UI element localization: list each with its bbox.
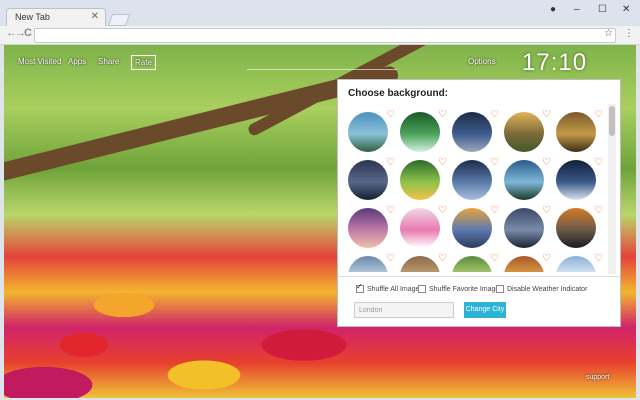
favorite-heart-icon[interactable]: ♡ bbox=[542, 254, 551, 264]
maximize-icon[interactable]: ☐ bbox=[598, 4, 607, 15]
background-thumbnail-sunset-valley[interactable] bbox=[504, 112, 544, 152]
background-thumbnail-butterfly[interactable] bbox=[400, 208, 440, 248]
background-thumbnail-storm-mountain[interactable] bbox=[504, 208, 544, 248]
checkbox-label: Shuffle All Images bbox=[367, 285, 423, 293]
favorite-heart-icon[interactable]: ♡ bbox=[386, 254, 395, 264]
background-thumbnail-blue-lake[interactable] bbox=[504, 160, 544, 200]
window-close-icon[interactable]: ✕ bbox=[622, 4, 630, 15]
checkbox-label: Disable Weather Indicator bbox=[507, 285, 588, 293]
tab-strip: New Tab ✕ ● – ☐ ✕ bbox=[0, 0, 640, 26]
search-box[interactable] bbox=[247, 53, 397, 70]
background-thumbnail-green-field[interactable] bbox=[452, 256, 492, 272]
favorite-heart-icon[interactable]: ♡ bbox=[594, 206, 603, 216]
tab-title: New Tab bbox=[15, 12, 50, 22]
background-thumbnail-tower[interactable] bbox=[556, 160, 596, 200]
background-thumbnail-lake-sunset[interactable] bbox=[556, 208, 596, 248]
minimize-icon[interactable]: – bbox=[574, 4, 580, 15]
favorite-heart-icon[interactable]: ♡ bbox=[594, 110, 603, 120]
menu-icon[interactable]: ⋮ bbox=[624, 28, 634, 39]
new-tab-button[interactable] bbox=[107, 14, 131, 26]
background-thumbnail-mountain-dusk[interactable] bbox=[348, 160, 388, 200]
options-link[interactable]: Options bbox=[468, 57, 496, 66]
favorite-heart-icon[interactable]: ♡ bbox=[386, 158, 395, 168]
favorite-heart-icon[interactable]: ♡ bbox=[386, 110, 395, 120]
background-thumbnail-purple-sky[interactable] bbox=[348, 208, 388, 248]
background-thumbnail-cabin[interactable] bbox=[400, 256, 440, 272]
favorite-heart-icon[interactable]: ♡ bbox=[594, 254, 603, 264]
favorite-heart-icon[interactable]: ♡ bbox=[594, 158, 603, 168]
checkbox-label: Shuffle Favorite Images bbox=[429, 285, 503, 293]
favorite-heart-icon[interactable]: ♡ bbox=[386, 206, 395, 216]
clock: 17:10 bbox=[522, 49, 588, 76]
favorite-heart-icon[interactable]: ♡ bbox=[490, 158, 499, 168]
background-thumbnail-snow-peak[interactable] bbox=[556, 256, 596, 272]
background-thumbnail-green-hills[interactable] bbox=[400, 160, 440, 200]
share-link[interactable]: Share bbox=[98, 57, 119, 66]
favorite-heart-icon[interactable]: ♡ bbox=[490, 254, 499, 264]
close-tab-icon[interactable]: ✕ bbox=[91, 11, 99, 22]
favorite-heart-icon[interactable]: ♡ bbox=[490, 206, 499, 216]
divider bbox=[338, 276, 620, 277]
favorite-heart-icon[interactable]: ♡ bbox=[438, 110, 447, 120]
most-visited-link[interactable]: Most Visited bbox=[18, 57, 61, 66]
favorite-heart-icon[interactable]: ♡ bbox=[542, 206, 551, 216]
background-thumbnail-forest-path[interactable] bbox=[504, 256, 544, 272]
checkbox-box[interactable] bbox=[356, 282, 364, 293]
background-chooser-popup: Choose background: ♡ ♡ ♡ ♡ ♡ ♡ ♡ ♡ ♡ ♡ ♡ ♡ ♡ ♡ ♡ ♡ ♡ ♡ ♡ ♡ … bbox=[337, 79, 621, 327]
change-city-button[interactable]: Change City bbox=[464, 302, 506, 318]
thumbnail-grid: ♡ ♡ ♡ ♡ ♡ ♡ ♡ ♡ ♡ ♡ ♡ ♡ ♡ ♡ ♡ ♡ ♡ ♡ ♡ ♡ bbox=[348, 110, 606, 272]
browser-toolbar: ← → C ☆ ⋮ bbox=[0, 26, 640, 45]
shuffle-favorites-checkbox[interactable]: Shuffle Favorite Images bbox=[418, 285, 503, 293]
background-thumbnail-night-clouds[interactable] bbox=[452, 160, 492, 200]
checkbox-box[interactable] bbox=[418, 285, 426, 293]
popup-title: Choose background: bbox=[348, 88, 449, 99]
address-bar[interactable] bbox=[34, 28, 616, 43]
apps-link[interactable]: Apps bbox=[68, 57, 86, 66]
shuffle-all-checkbox[interactable]: Shuffle All Images bbox=[356, 282, 423, 293]
background-thumbnail-waterfall[interactable] bbox=[400, 112, 440, 152]
scrollbar-thumb[interactable] bbox=[609, 106, 615, 136]
disable-weather-checkbox[interactable]: Disable Weather Indicator bbox=[496, 285, 587, 293]
tab-new-tab[interactable]: New Tab ✕ bbox=[6, 8, 106, 26]
background-thumbnail-lake-mountain[interactable] bbox=[348, 112, 388, 152]
favorite-heart-icon[interactable]: ♡ bbox=[438, 206, 447, 216]
background-thumbnail-canyon[interactable] bbox=[556, 112, 596, 152]
favorite-heart-icon[interactable]: ♡ bbox=[542, 110, 551, 120]
city-input[interactable] bbox=[354, 302, 454, 318]
checkbox-box[interactable] bbox=[496, 285, 504, 293]
account-icon[interactable]: ● bbox=[550, 4, 556, 15]
rate-button[interactable]: Rate bbox=[131, 55, 156, 70]
favorite-heart-icon[interactable]: ♡ bbox=[438, 254, 447, 264]
favorite-heart-icon[interactable]: ♡ bbox=[542, 158, 551, 168]
support-link[interactable]: support bbox=[586, 374, 609, 381]
background-thumbnail-rocks[interactable] bbox=[348, 256, 388, 272]
background-thumbnail-sunset-sea[interactable] bbox=[452, 208, 492, 248]
favorite-heart-icon[interactable]: ♡ bbox=[438, 158, 447, 168]
favorite-heart-icon[interactable]: ♡ bbox=[490, 110, 499, 120]
background-thumbnail-dark-lake[interactable] bbox=[452, 112, 492, 152]
reload-icon[interactable]: C bbox=[24, 27, 32, 39]
bookmark-star-icon[interactable]: ☆ bbox=[604, 28, 613, 39]
